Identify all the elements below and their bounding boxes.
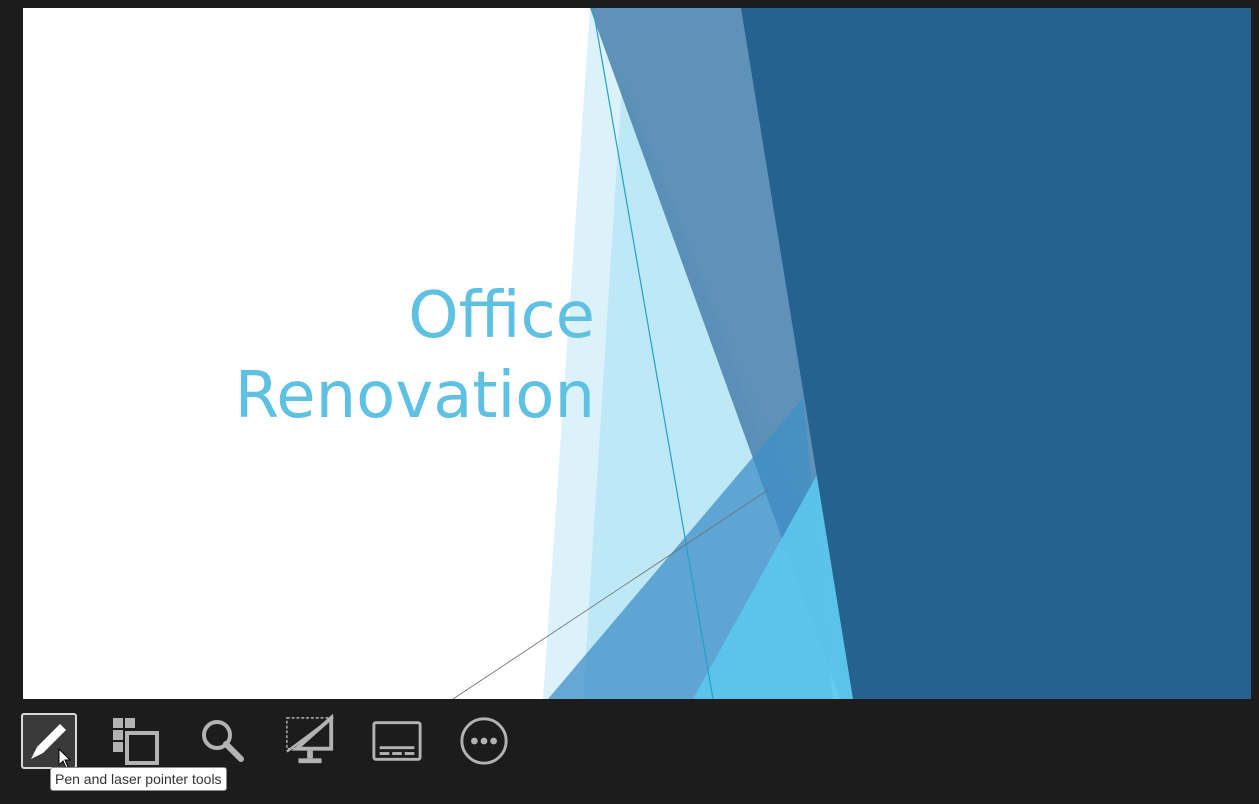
slide-background-shapes [452,8,1251,699]
more-options-icon [460,717,508,765]
slideshow-view: Office Renovation Pen and laser pointer … [0,0,1259,804]
zoom-button[interactable] [195,713,251,769]
slide-title-line-2: Renovation [234,359,595,433]
black-screen-button[interactable] [282,713,338,769]
subtitles-button[interactable] [369,713,425,769]
slide-title-line-1: Office [408,279,595,353]
more-options-button[interactable] [456,713,512,769]
subtitles-icon [372,721,422,761]
magnifier-icon [202,720,244,762]
slideshow-toolbar [20,713,540,771]
slide-title[interactable]: Office Renovation [235,276,595,436]
tooltip: Pen and laser pointer tools [50,767,227,791]
see-all-slides-button[interactable] [108,713,164,769]
monitor-slash-icon [286,714,334,764]
slide-canvas[interactable]: Office Renovation [23,8,1251,699]
slides-grid-icon [113,718,159,765]
